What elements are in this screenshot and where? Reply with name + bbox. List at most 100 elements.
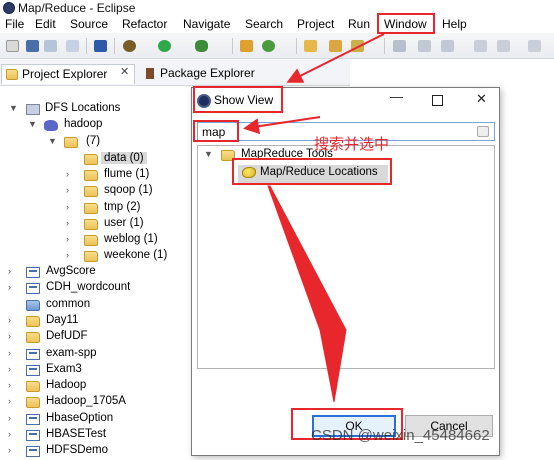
chevron-right-icon[interactable]: ›: [66, 250, 76, 260]
tree-item-folder[interactable]: › weblog (1): [0, 233, 190, 249]
item-highlight: [232, 158, 392, 185]
tree-label: CDH_wordcount: [46, 281, 131, 293]
chevron-down-icon[interactable]: ▼: [204, 149, 213, 159]
tab-project-explorer[interactable]: Project Explorer: [1, 64, 135, 84]
folder-icon: [84, 170, 98, 181]
tree-item-project[interactable]: common: [0, 298, 190, 314]
chevron-right-icon[interactable]: ›: [8, 429, 18, 439]
chevron-down-icon[interactable]: ▼: [48, 136, 58, 146]
folder-icon: [84, 219, 98, 230]
close-icon[interactable]: ✕: [476, 91, 487, 107]
chevron-right-icon[interactable]: ›: [8, 380, 18, 390]
tree-label: flume (1): [104, 168, 150, 180]
chevron-right-icon[interactable]: ›: [8, 413, 18, 423]
clear-icon[interactable]: [477, 126, 489, 137]
save-icon[interactable]: [26, 40, 39, 52]
menu-help[interactable]: Help: [440, 17, 469, 31]
eclipse-icon: [3, 2, 15, 14]
tab-package-explorer[interactable]: Package Explorer: [140, 64, 270, 84]
menu-search[interactable]: Search: [243, 17, 285, 31]
tree-label: (7): [86, 135, 101, 147]
tree-item-project[interactable]: › HbaseOption: [0, 412, 190, 428]
chevron-right-icon[interactable]: ›: [8, 266, 18, 276]
chevron-right-icon[interactable]: ›: [66, 234, 76, 244]
tree-item-count[interactable]: ▼ (7): [0, 135, 190, 151]
tab-label: Project Explorer: [22, 67, 108, 81]
maximize-icon[interactable]: [432, 95, 443, 106]
title-bar: Map/Reduce - Eclipse: [0, 0, 554, 16]
chevron-right-icon[interactable]: ›: [8, 396, 18, 406]
chevron-right-icon[interactable]: ›: [8, 331, 18, 341]
console-icon[interactable]: [94, 40, 107, 52]
menu-bar: File Edit Source Refactor Navigate Searc…: [0, 16, 554, 33]
chevron-down-icon[interactable]: ▼: [28, 119, 38, 129]
tree-item-folder[interactable]: data (0): [81, 152, 151, 168]
print-icon[interactable]: [66, 40, 79, 52]
menu-refactor[interactable]: Refactor: [120, 17, 169, 31]
toolbar: [0, 33, 554, 59]
tree-item-folder[interactable]: › user (1): [0, 217, 190, 233]
tree-item-project[interactable]: › AvgScore: [0, 265, 190, 281]
menu-source[interactable]: Source: [68, 17, 110, 31]
forward-icon[interactable]: [497, 40, 510, 52]
chevron-right-icon[interactable]: ›: [8, 315, 18, 325]
elephant-icon: [44, 120, 58, 131]
back-icon[interactable]: [474, 40, 487, 52]
tree-item-folder[interactable]: › tmp (2): [0, 201, 190, 217]
tree-item-folder[interactable]: › weekone (1): [0, 249, 190, 265]
menu-navigate[interactable]: Navigate: [181, 17, 232, 31]
annotation-icon[interactable]: [393, 40, 406, 52]
prev-annotation-icon[interactable]: [441, 40, 454, 52]
chevron-right-icon[interactable]: ›: [66, 202, 76, 212]
folder-icon: [26, 397, 40, 408]
new-java-project-icon[interactable]: [240, 40, 253, 52]
chevron-right-icon[interactable]: ›: [66, 185, 76, 195]
search-icon[interactable]: [329, 40, 342, 52]
tree-item-folder[interactable]: › flume (1): [0, 168, 190, 184]
tree-item-project[interactable]: › HBASETest: [0, 428, 190, 444]
window-title: Map/Reduce - Eclipse: [18, 1, 136, 15]
tree-item-project[interactable]: › Hadoop_1705A: [0, 395, 190, 411]
new-icon[interactable]: [6, 40, 19, 52]
tree-label: weekone (1): [104, 249, 168, 261]
tree-item-project[interactable]: › Day11: [0, 314, 190, 330]
chevron-right-icon[interactable]: ›: [8, 445, 18, 455]
chevron-down-icon[interactable]: ▼: [9, 103, 19, 113]
tree-item-project[interactable]: › CDH_wordcount: [0, 281, 190, 297]
menu-project[interactable]: Project: [295, 17, 336, 31]
tree-item-project[interactable]: › Exam3: [0, 363, 190, 379]
annotation-text: 搜索并选中: [314, 135, 390, 153]
tree-item-hadoop[interactable]: ▼ hadoop: [0, 118, 190, 134]
tree-label: data (0): [101, 152, 147, 164]
new-class-icon[interactable]: [262, 40, 275, 52]
run-icon[interactable]: [158, 40, 171, 52]
tree-label: HBASETest: [46, 428, 107, 440]
tree-label: DFS Locations: [45, 102, 121, 114]
project-icon: [26, 446, 40, 457]
tree-item-project[interactable]: › Hadoop: [0, 379, 190, 395]
project-tree: ▼ DFS Locations ▼ hadoop ▼ (7) data (0) …: [0, 96, 190, 457]
tree-item-project[interactable]: › DefUDF: [0, 330, 190, 346]
folder-icon: [84, 186, 98, 197]
chevron-right-icon[interactable]: ›: [8, 364, 18, 374]
chevron-right-icon[interactable]: ›: [8, 348, 18, 358]
tree-item-folder[interactable]: › sqoop (1): [0, 184, 190, 200]
menu-edit[interactable]: Edit: [33, 17, 58, 31]
save-all-icon[interactable]: [44, 40, 57, 52]
menu-run[interactable]: Run: [346, 17, 372, 31]
open-type-icon[interactable]: [304, 40, 317, 52]
chevron-right-icon[interactable]: ›: [8, 282, 18, 292]
pen-icon[interactable]: [351, 40, 364, 52]
chevron-right-icon[interactable]: ›: [66, 169, 76, 179]
debug-icon[interactable]: [123, 40, 136, 52]
minimize-icon[interactable]: —: [390, 89, 403, 104]
close-icon[interactable]: ✕: [120, 65, 129, 78]
chevron-right-icon[interactable]: ›: [66, 218, 76, 228]
tree-item-dfs-locations[interactable]: ▼ DFS Locations: [0, 102, 190, 118]
next-annotation-icon[interactable]: [418, 40, 431, 52]
tree-item-project[interactable]: › exam-spp: [0, 347, 190, 363]
nav-arrow-icon[interactable]: [528, 40, 541, 52]
menu-file[interactable]: File: [3, 17, 26, 31]
external-tools-icon[interactable]: [195, 40, 208, 52]
tree-item-project[interactable]: › HDFSDemo: [0, 444, 190, 460]
